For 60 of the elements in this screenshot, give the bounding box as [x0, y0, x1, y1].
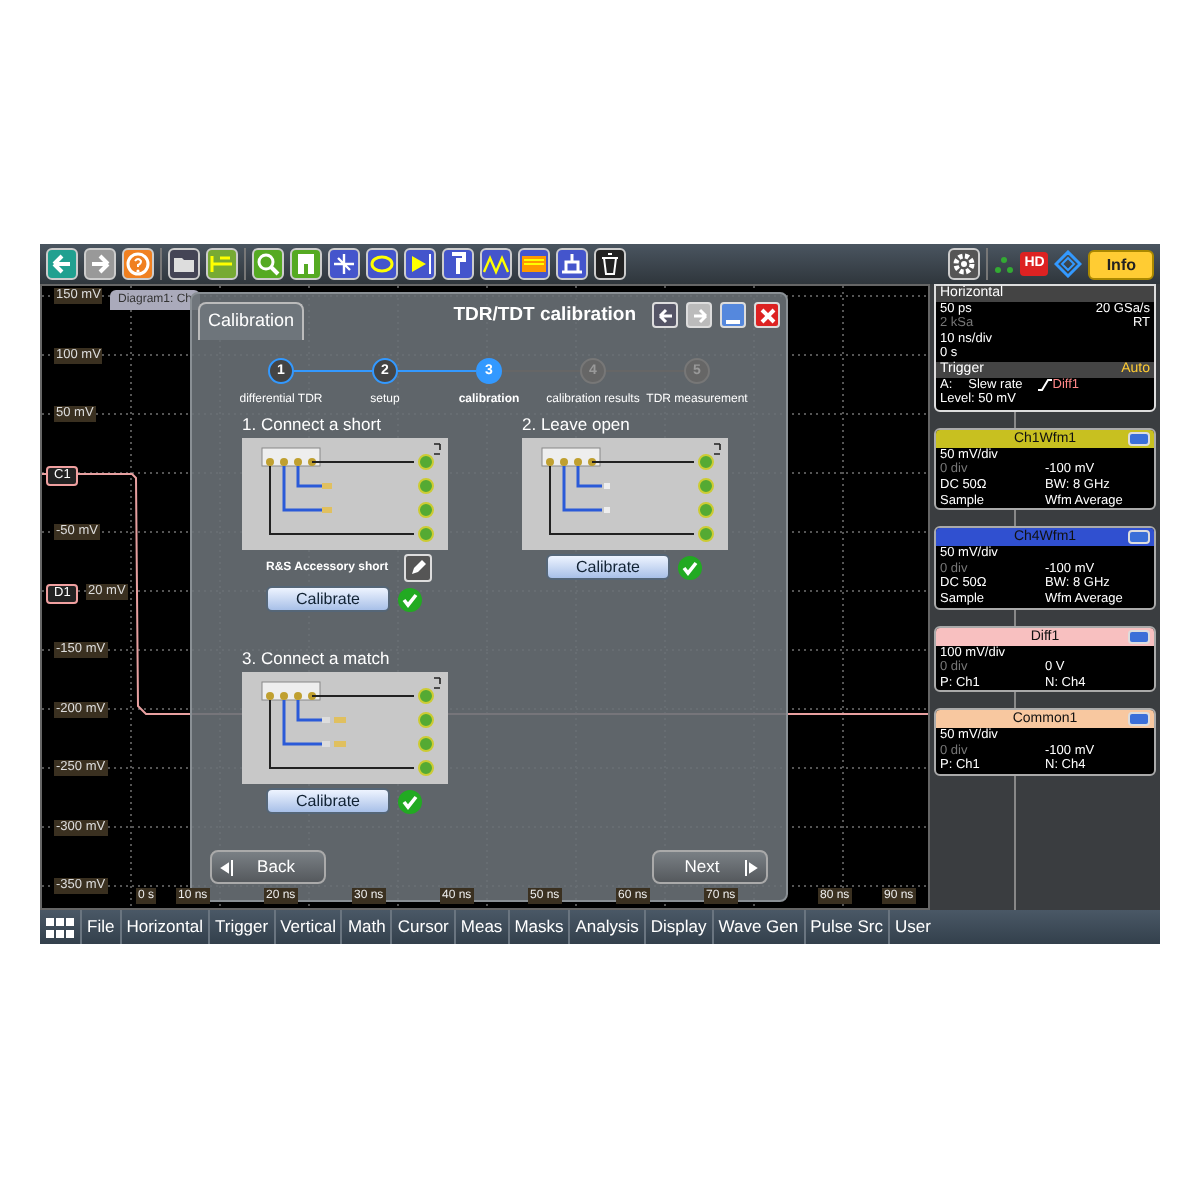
- redo-arrow-button[interactable]: [84, 248, 116, 280]
- menu-item[interactable]: Trigger: [207, 910, 274, 944]
- close-icon: [757, 305, 777, 325]
- next-button[interactable]: Next: [652, 850, 768, 884]
- back-arrow-button[interactable]: [652, 302, 678, 328]
- menu-item[interactable]: Cursor: [390, 910, 454, 944]
- section-title: 2. Leave open: [522, 414, 632, 436]
- pencil-icon: [408, 558, 429, 578]
- calibrate-button[interactable]: Calibrate: [266, 788, 390, 814]
- section-title: 1. Connect a short: [242, 414, 383, 436]
- menu-item[interactable]: Horizontal: [119, 910, 208, 944]
- app-grid-icon[interactable]: [46, 917, 74, 937]
- undo-arrow-icon: [48, 250, 76, 278]
- menu-item[interactable]: Meas: [453, 910, 508, 944]
- help-button[interactable]: [122, 248, 154, 280]
- calibrate-button[interactable]: Calibrate: [546, 554, 670, 580]
- menu-item[interactable]: Wave Gen: [711, 910, 804, 944]
- back-arrow-icon: [655, 305, 675, 325]
- forward-arrow-icon: [689, 305, 709, 325]
- menu-item[interactable]: User: [888, 910, 936, 944]
- menu-item[interactable]: Masks: [507, 910, 569, 944]
- spectrum-icon: [482, 250, 510, 278]
- ellipse-icon: [368, 250, 396, 278]
- zoom-icon: [254, 250, 282, 278]
- info-button[interactable]: Info: [1088, 249, 1154, 279]
- section-title: 3. Connect a match: [242, 648, 392, 670]
- trash-button[interactable]: [594, 248, 626, 280]
- minimize-button[interactable]: [1128, 712, 1150, 727]
- network-icon: [994, 254, 1015, 274]
- help-icon: [124, 250, 152, 278]
- close-button[interactable]: [754, 302, 780, 328]
- dialog-tab[interactable]: Calibration: [198, 302, 305, 339]
- undo-arrow-button[interactable]: [46, 248, 78, 280]
- menu-item[interactable]: Vertical: [273, 910, 341, 944]
- settings-button[interactable]: [948, 248, 981, 280]
- slope-icon: [1038, 377, 1053, 392]
- menu-item[interactable]: Pulse Src: [803, 910, 888, 944]
- next-icon: [742, 857, 758, 877]
- previous-icon: [220, 857, 236, 877]
- menu-item[interactable]: Math: [340, 910, 391, 944]
- settings-icon: [950, 250, 979, 278]
- dialog-title: TDR/TDT calibration: [453, 302, 636, 330]
- folder-button[interactable]: [168, 248, 200, 280]
- redo-arrow-icon: [86, 250, 114, 278]
- trash-icon: [596, 250, 624, 278]
- diamond-logo-icon: [1054, 250, 1083, 278]
- menu-item[interactable]: Analysis: [568, 910, 644, 944]
- calibrate-button[interactable]: Calibrate: [266, 586, 390, 612]
- edit-button[interactable]: [404, 554, 433, 582]
- ellipse-button[interactable]: [366, 248, 398, 280]
- back-button[interactable]: Back: [210, 850, 326, 884]
- zoom-button[interactable]: [252, 248, 284, 280]
- minimize-button[interactable]: [1128, 530, 1150, 545]
- fft-button[interactable]: [518, 248, 550, 280]
- menu-item[interactable]: Display: [643, 910, 712, 944]
- fft-icon: [520, 250, 548, 278]
- menu-item[interactable]: File: [80, 910, 120, 944]
- minimize-button[interactable]: [720, 302, 746, 328]
- minimize-icon: [726, 319, 740, 323]
- spectrum-button[interactable]: [480, 248, 512, 280]
